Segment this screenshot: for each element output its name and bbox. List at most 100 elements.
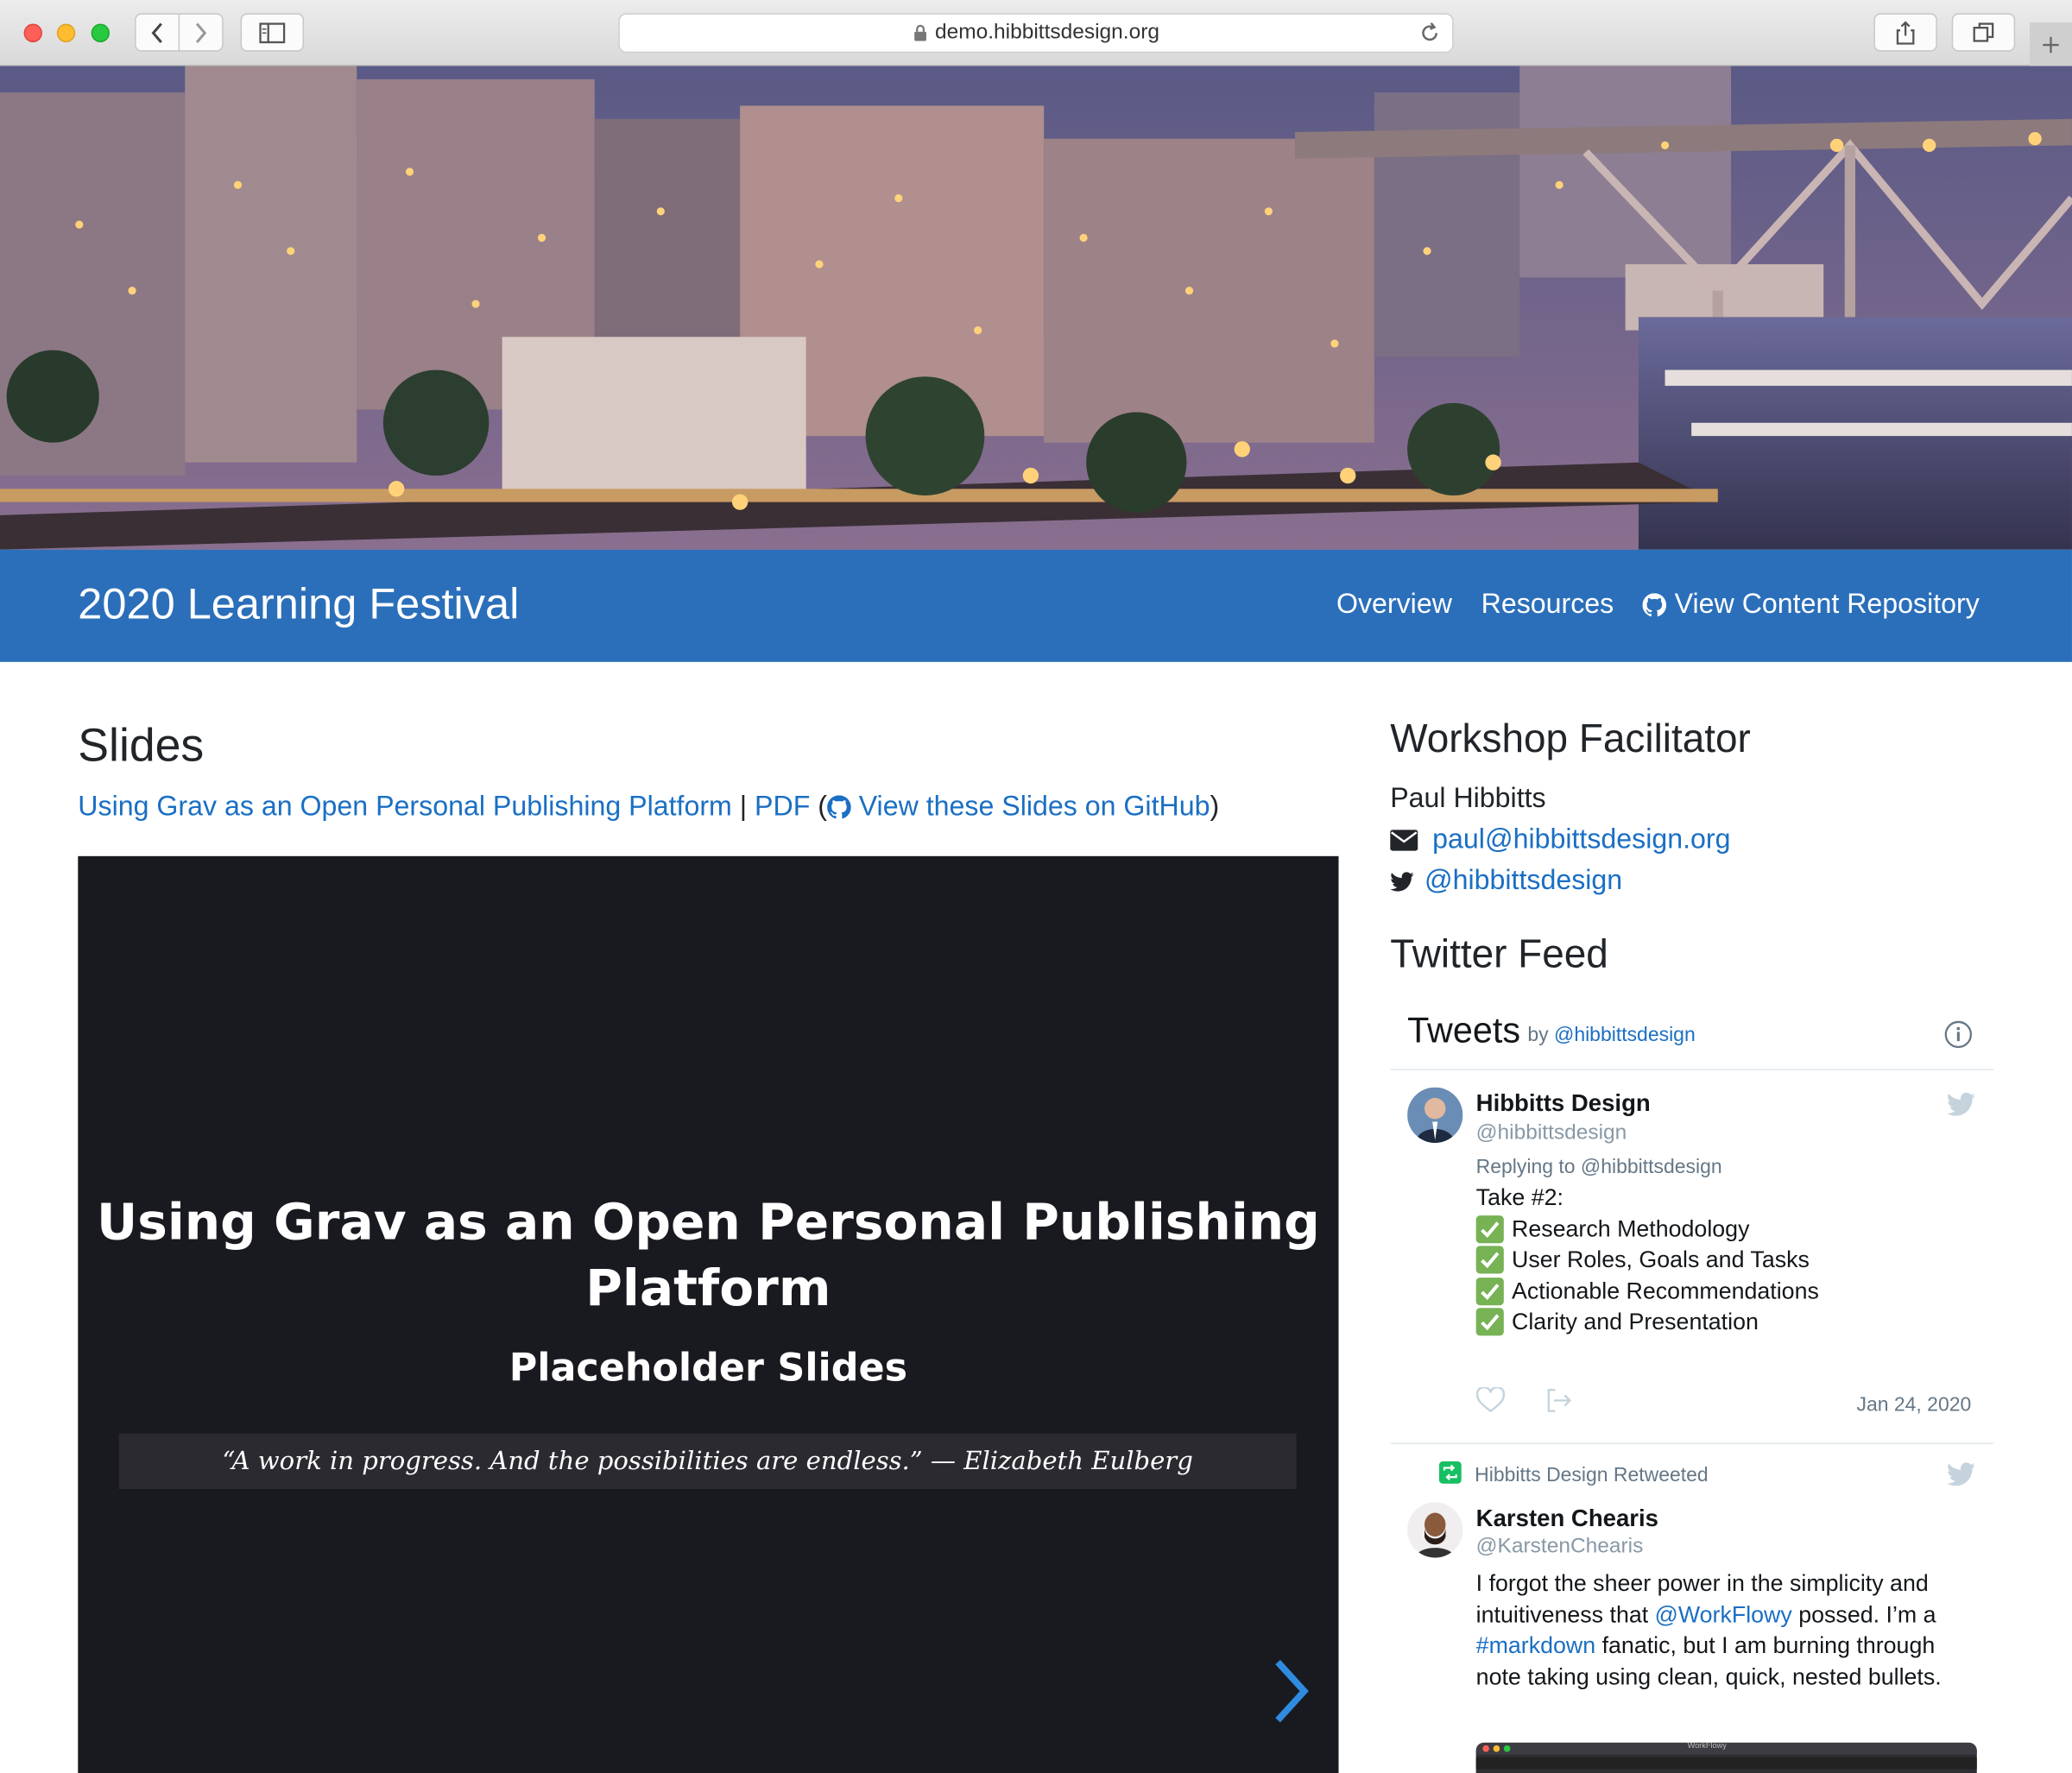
share-tweet-icon[interactable] xyxy=(1545,1387,1574,1414)
sidebar-toggle-button[interactable] xyxy=(240,13,305,52)
avatar[interactable] xyxy=(1407,1502,1463,1558)
history-nav xyxy=(135,13,224,52)
nav-view-content-repository[interactable]: View Content Repository xyxy=(1642,590,1980,621)
chevron-left-icon xyxy=(151,22,162,43)
tweet-author-handle[interactable]: @KarstenChearis xyxy=(1476,1536,1644,1560)
checklist-item-label: Clarity and Presentation xyxy=(1512,1308,1759,1334)
github-slides-label: View these Slides on GitHub xyxy=(858,791,1210,823)
tweet-author-name[interactable]: Hibbitts Design xyxy=(1476,1090,1651,1118)
new-tab-button[interactable] xyxy=(2030,22,2072,66)
checklist-item-label: Research Methodology xyxy=(1512,1215,1750,1241)
nav-resources[interactable]: Resources xyxy=(1481,590,1614,621)
paren-close: ) xyxy=(1210,791,1220,823)
checklist-item: Actionable Recommendations xyxy=(1475,1276,1819,1307)
check-mark-icon xyxy=(1475,1215,1504,1243)
tweet-author-name[interactable]: Karsten Chearis xyxy=(1476,1505,1658,1532)
tweet-line-part: possed. I’m a xyxy=(1791,1600,1936,1627)
media-window-dot xyxy=(1482,1745,1489,1752)
minimize-window-button[interactable] xyxy=(56,23,76,42)
presentation-link[interactable]: Using Grav as an Open Personal Publishin… xyxy=(78,792,732,823)
check-mark-icon xyxy=(1475,1308,1504,1336)
url-text: demo.hibbittsdesign.org xyxy=(934,21,1160,44)
github-slides-link[interactable]: View these Slides on GitHub xyxy=(826,791,1210,823)
slides-links: Using Grav as an Open Personal Publishin… xyxy=(78,792,1219,823)
twitter-bird-icon[interactable] xyxy=(1946,1462,1976,1486)
hero-image xyxy=(0,66,2072,550)
slide-quote: “A work in progress. And the possibiliti… xyxy=(118,1433,1297,1489)
page: demo.hibbittsdesign.org 2020 Learning Fe… xyxy=(0,0,2072,1773)
envelope-icon xyxy=(1390,830,1418,851)
close-window-button[interactable] xyxy=(23,23,42,42)
tab-overview-button[interactable] xyxy=(1951,13,2016,52)
retweet-label[interactable]: Hibbitts Design Retweeted xyxy=(1475,1464,1709,1486)
byline-handle-link[interactable]: @hibbittsdesign xyxy=(1554,1024,1696,1046)
slides-heading: Slides xyxy=(78,720,205,772)
twitter-timeline-widget: Tweets by @hibbittsdesign Hibbitts Desig… xyxy=(1390,1000,1994,1773)
next-slide-button[interactable] xyxy=(1267,1654,1315,1734)
facilitator-heading: Workshop Facilitator xyxy=(1390,717,1751,761)
tabs-icon xyxy=(1973,22,1994,41)
checklist-item: Clarity and Presentation xyxy=(1475,1307,1819,1338)
media-window-title: WorkFlowy xyxy=(1687,1742,1727,1751)
tweet-reply-context[interactable]: Replying to @hibbittsdesign xyxy=(1476,1156,1722,1178)
twitter-link[interactable]: @hibbittsdesign xyxy=(1424,866,1622,898)
hashtag-link[interactable]: #markdown xyxy=(1476,1631,1595,1658)
github-icon xyxy=(826,795,851,819)
media-window-dot xyxy=(1503,1745,1511,1752)
timeline-title: Tweets xyxy=(1407,1010,1521,1051)
checklist-item-label: Actionable Recommendations xyxy=(1512,1277,1819,1303)
reload-icon[interactable] xyxy=(1418,21,1442,51)
nav-overview[interactable]: Overview xyxy=(1336,590,1452,621)
email-link[interactable]: paul@hibbittsdesign.org xyxy=(1432,824,1730,856)
twitter-bird-icon[interactable] xyxy=(1946,1092,1976,1117)
tweet-author-handle[interactable]: @hibbittsdesign xyxy=(1476,1121,1627,1145)
plus-icon xyxy=(2043,36,2059,53)
mention-link[interactable]: @WorkFlowy xyxy=(1655,1600,1792,1627)
check-mark-icon xyxy=(1475,1277,1504,1305)
zoom-window-button[interactable] xyxy=(91,23,111,42)
slide-viewer[interactable]: Using Grav as an Open Personal Publishin… xyxy=(78,855,1339,1773)
browser-toolbar: demo.hibbittsdesign.org xyxy=(0,0,2072,66)
check-mark-icon xyxy=(1475,1246,1504,1274)
tweet-divider xyxy=(1390,1442,1994,1444)
share-icon xyxy=(1896,20,1915,44)
site-title[interactable]: 2020 Learning Festival xyxy=(78,578,519,628)
info-icon[interactable] xyxy=(1944,1020,1974,1056)
tweet-actions xyxy=(1475,1387,1574,1414)
share-button[interactable] xyxy=(1873,13,1937,52)
like-heart-icon[interactable] xyxy=(1475,1387,1506,1414)
tweet-line: #markdown fanatic, but I am burning thro… xyxy=(1476,1631,1942,1662)
back-button[interactable] xyxy=(136,15,179,50)
checklist-item: User Roles, Goals and Tasks xyxy=(1475,1245,1819,1276)
media-window-dot xyxy=(1493,1745,1500,1752)
link-separator: | xyxy=(731,791,755,823)
address-bar[interactable]: demo.hibbittsdesign.org xyxy=(618,13,1454,54)
timeline-byline: by @hibbittsdesign xyxy=(1527,1024,1695,1046)
tweet-line: note taking using clean, quick, nested b… xyxy=(1475,1663,1942,1689)
chevron-right-icon xyxy=(195,22,207,43)
tweet-text: I forgot the sheer power in the simplici… xyxy=(1476,1568,1942,1693)
site-menu: Overview Resources View Content Reposito… xyxy=(1336,590,1980,621)
media-content xyxy=(1475,1757,1977,1770)
retweet-icon xyxy=(1438,1461,1462,1489)
timeline-header: Tweets by @hibbittsdesign xyxy=(1390,1000,1994,1070)
pdf-link[interactable]: PDF xyxy=(755,792,810,823)
tweet-date[interactable]: Jan 24, 2020 xyxy=(1856,1394,1971,1417)
tweet-text: Take #2: Research Methodology User Roles… xyxy=(1475,1183,1819,1338)
paren-open: ( xyxy=(810,791,827,823)
tweet-media-image[interactable]: WorkFlowy xyxy=(1475,1742,1977,1773)
github-icon xyxy=(1642,593,1667,617)
tweet-line-part: fanatic, but I am burning through xyxy=(1595,1631,1936,1658)
facilitator-email: paul@hibbittsdesign.org xyxy=(1390,824,1731,856)
byline-label: by xyxy=(1527,1024,1549,1047)
facilitator-name: Paul Hibbitts xyxy=(1390,783,1546,814)
chevron-right-icon xyxy=(1275,1659,1309,1723)
slide-title: Using Grav as an Open Personal Publishin… xyxy=(96,1193,1320,1318)
twitter-icon xyxy=(1390,871,1414,891)
facilitator-twitter: @hibbittsdesign xyxy=(1390,866,1622,898)
avatar[interactable] xyxy=(1407,1087,1463,1143)
tweet-line: I forgot the sheer power in the simplici… xyxy=(1475,1569,1929,1596)
retweet-context: Hibbitts Design Retweeted xyxy=(1438,1461,1709,1489)
twitter-feed-heading: Twitter Feed xyxy=(1390,932,1608,977)
forward-button[interactable] xyxy=(178,14,223,51)
